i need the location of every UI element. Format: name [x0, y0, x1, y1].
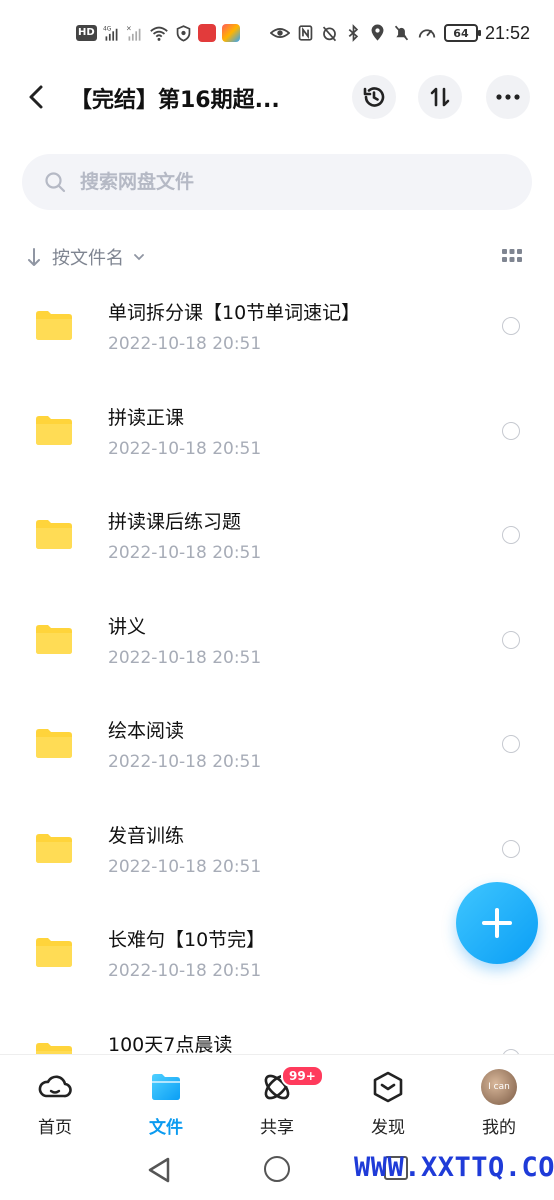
search-bar[interactable] — [22, 154, 532, 210]
select-checkbox[interactable] — [502, 317, 520, 335]
more-button[interactable] — [486, 75, 530, 119]
status-right: 64 21:52 — [269, 22, 530, 44]
list-item[interactable]: 发音训练 2022-10-18 20:51 — [0, 799, 554, 903]
signal-icon: 4G — [103, 25, 118, 41]
search-input[interactable] — [80, 171, 480, 193]
network-label: 4G — [103, 25, 112, 32]
file-date: 2022-10-18 20:51 — [108, 752, 262, 772]
file-date: 2022-10-18 20:51 — [108, 438, 262, 459]
chevron-down-icon — [134, 254, 144, 261]
eye-icon — [269, 28, 290, 38]
status-bar: HD 4G × 64 21:52 — [0, 0, 554, 68]
sort-selector[interactable]: 按文件名 — [26, 244, 146, 270]
file-date: 2022-10-18 20:51 — [108, 334, 262, 354]
watermark: WWW.XXTTQ.COM — [354, 1152, 554, 1183]
app-notification-2-icon — [221, 24, 240, 42]
tab-share[interactable]: 99+ 共享 — [237, 1065, 324, 1139]
file-name: 长难句【10节完】 — [108, 929, 266, 951]
file-name: 拼读正课 — [108, 406, 185, 429]
clock-time: 21:52 — [484, 22, 530, 43]
app-notification-icon — [197, 24, 216, 42]
list-item[interactable]: 拼读正课 2022-10-18 20:51 — [0, 381, 554, 485]
location-icon — [371, 24, 384, 41]
add-button[interactable] — [456, 882, 538, 964]
select-checkbox[interactable] — [502, 421, 520, 440]
status-left: HD 4G × — [76, 22, 240, 44]
wifi-icon — [149, 26, 168, 41]
grid-view-icon[interactable] — [502, 249, 522, 263]
file-name: 100天7点晨读 — [108, 1033, 233, 1056]
avatar: I can — [481, 1069, 517, 1105]
folder-icon — [36, 520, 72, 549]
hd-indicator: HD — [76, 25, 97, 41]
search-icon — [45, 172, 66, 193]
tab-home-label: 首页 — [38, 1118, 72, 1138]
bottom-navigation: 首页 文件 99+ 共享 发现 I can 我的 — [0, 1054, 554, 1144]
cloud-icon — [38, 1075, 72, 1098]
sort-label: 按文件名 — [52, 248, 124, 269]
signal-2-icon: × — [126, 24, 141, 41]
more-dots-icon — [496, 94, 520, 100]
discover-box-icon — [373, 1071, 403, 1103]
battery-icon: 64 — [443, 24, 481, 42]
file-date: 2022-10-18 20:51 — [108, 961, 262, 981]
list-item[interactable]: 绘本阅读 2022-10-18 20:51 — [0, 694, 554, 798]
alarm-off-icon — [322, 26, 337, 42]
page-title: 【完结】第16期超... — [70, 88, 280, 113]
folder-icon — [36, 624, 72, 654]
file-name: 绘本阅读 — [108, 720, 185, 742]
plus-icon — [482, 908, 512, 938]
file-date: 2022-10-18 20:51 — [108, 647, 262, 668]
list-item[interactable]: 单词拆分课【10节单词速记】 2022-10-18 20:51 — [0, 276, 554, 380]
bluetooth-icon — [348, 24, 359, 42]
file-date: 2022-10-18 20:51 — [108, 543, 262, 563]
tab-me-label: 我的 — [482, 1118, 516, 1138]
tab-files-label: 文件 — [149, 1118, 183, 1138]
share-badge: 99+ — [281, 1065, 324, 1087]
folder-icon — [36, 729, 72, 758]
select-checkbox[interactable] — [502, 735, 520, 753]
select-checkbox[interactable] — [502, 526, 520, 544]
tab-share-label: 共享 — [260, 1118, 294, 1138]
select-checkbox[interactable] — [502, 839, 520, 858]
file-name: 发音训练 — [108, 824, 185, 847]
sort-row: 按文件名 — [26, 240, 530, 274]
sort-button[interactable] — [418, 75, 462, 119]
system-home-icon[interactable] — [264, 1156, 290, 1182]
tab-files[interactable]: 文件 — [126, 1069, 206, 1139]
nfc-icon — [298, 25, 313, 41]
arrow-down-icon — [28, 248, 40, 266]
file-name: 讲义 — [108, 615, 147, 638]
sort-arrows-icon — [430, 87, 450, 107]
folder-icon — [36, 938, 72, 967]
avatar-text: I can — [488, 1082, 510, 1092]
system-back-icon[interactable] — [146, 1156, 172, 1184]
folder-icon — [152, 1074, 180, 1100]
folder-icon — [36, 415, 72, 445]
tab-discover-label: 发现 — [371, 1118, 405, 1138]
file-name: 拼读课后练习题 — [108, 511, 242, 533]
list-item[interactable]: 讲义 2022-10-18 20:51 — [0, 590, 554, 694]
folder-icon — [36, 833, 72, 863]
list-item[interactable]: 100天7点晨读 — [0, 1008, 554, 1056]
select-checkbox[interactable] — [502, 630, 520, 649]
chevron-left-icon[interactable] — [22, 82, 52, 112]
svg-text:×: × — [126, 24, 132, 32]
history-clock-icon — [363, 87, 385, 107]
list-item[interactable]: 拼读课后练习题 2022-10-18 20:51 — [0, 485, 554, 589]
top-app-bar: 【完结】第16期超... — [0, 72, 554, 124]
folder-icon — [36, 311, 72, 340]
tab-me[interactable]: I can 我的 — [459, 1069, 539, 1139]
mute-bell-icon — [394, 25, 409, 41]
battery-level: 64 — [453, 26, 469, 40]
history-button[interactable] — [352, 75, 396, 119]
tab-discover[interactable]: 发现 — [348, 1069, 428, 1139]
tab-home[interactable]: 首页 — [15, 1069, 95, 1139]
file-date: 2022-10-18 20:51 — [108, 856, 262, 877]
system-navigation: WWW.XXTTQ.COM — [0, 1144, 554, 1200]
file-name: 单词拆分课【10节单词速记】 — [108, 302, 361, 324]
speed-gauge-icon — [418, 29, 436, 38]
vpn-shield-icon — [176, 25, 190, 42]
